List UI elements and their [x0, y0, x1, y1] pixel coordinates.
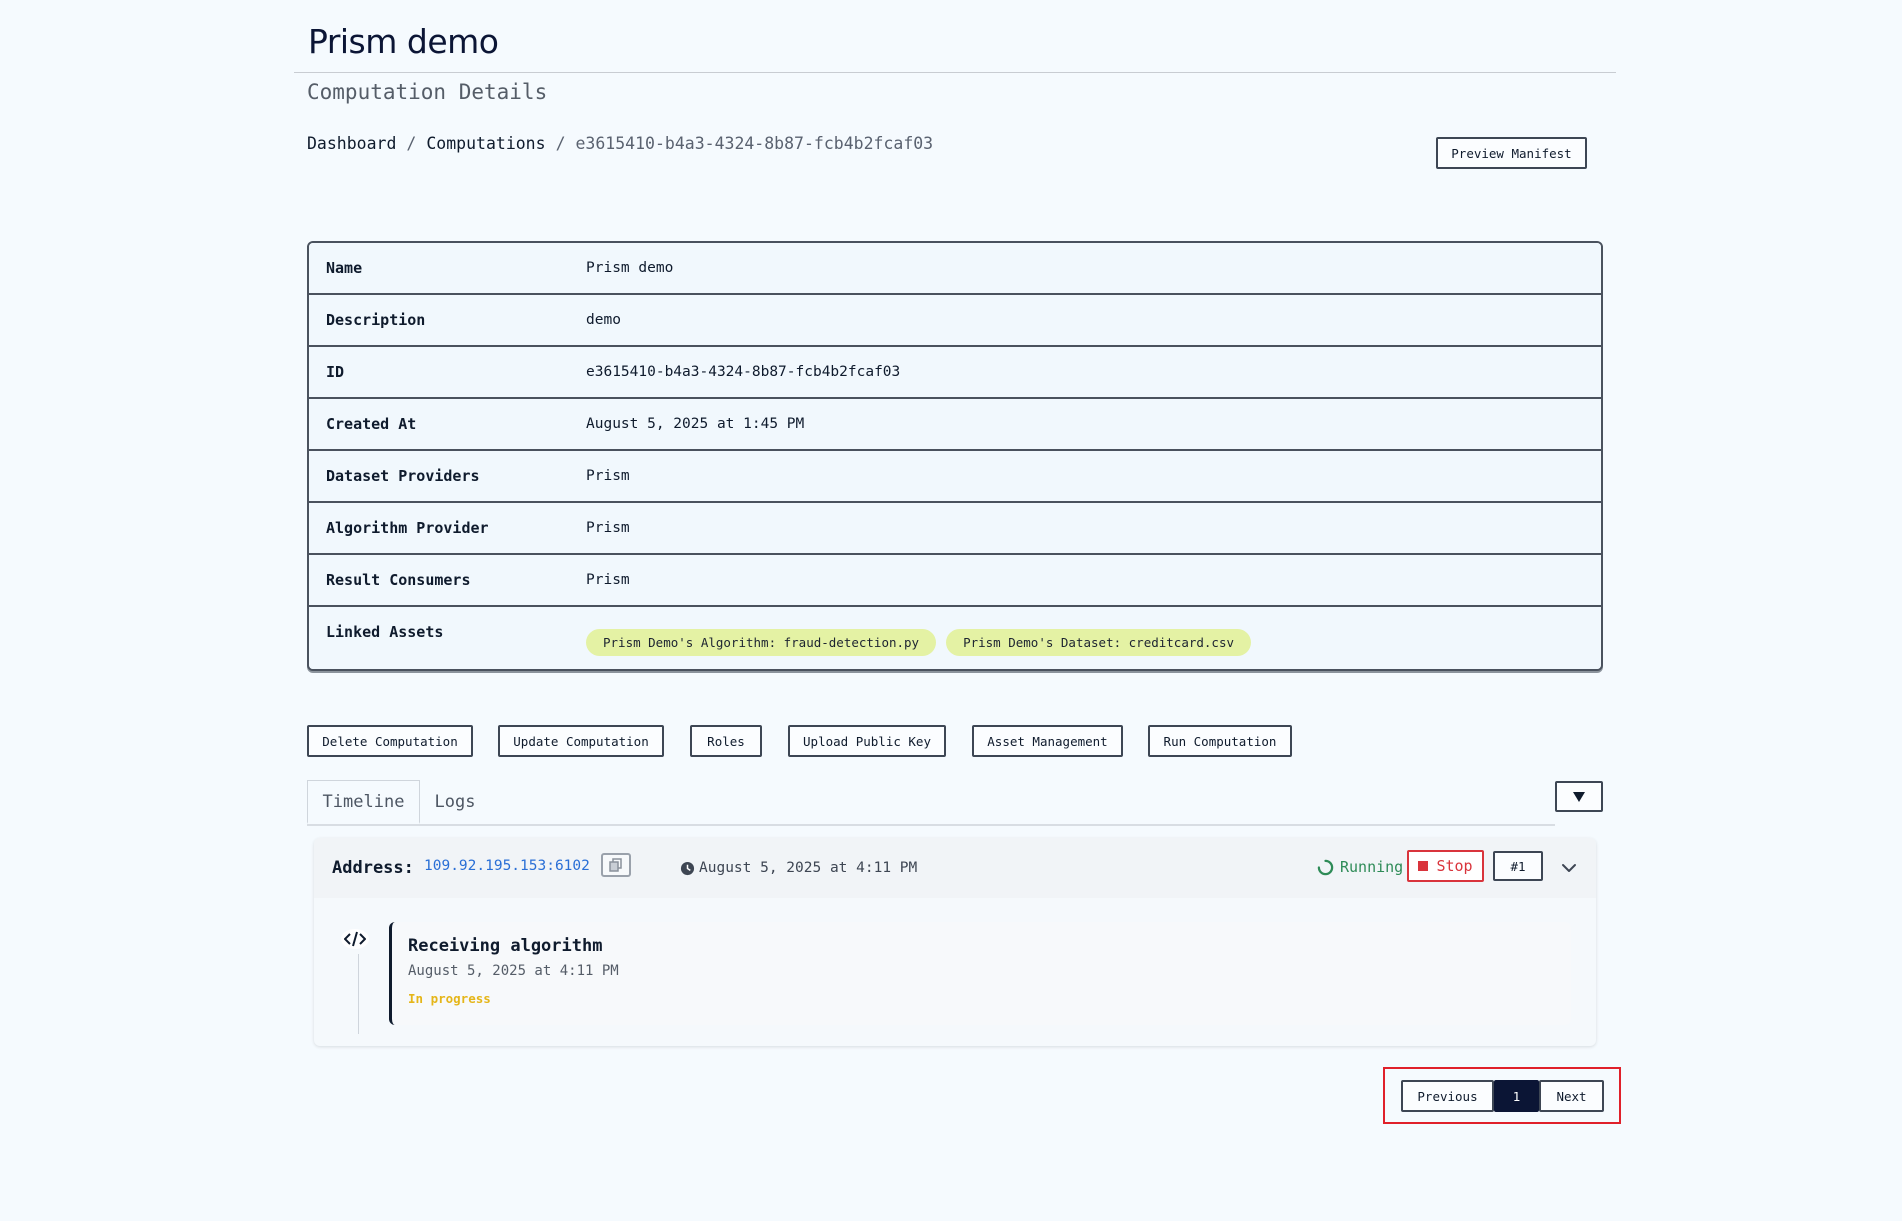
breadcrumb-dashboard[interactable]: Dashboard — [307, 134, 396, 153]
breadcrumb-computations[interactable]: Computations — [426, 134, 545, 153]
breadcrumb: Dashboard / Computations / e3615410-b4a3… — [307, 134, 933, 153]
details-label: Dataset Providers — [326, 467, 480, 485]
details-row-linked-assets: Linked Assets Prism Demo's Algorithm: fr… — [309, 607, 1601, 669]
details-value: demo — [586, 312, 621, 328]
details-row-dataset-providers: Dataset Providers Prism — [309, 451, 1601, 503]
preview-manifest-button[interactable]: Preview Manifest — [1436, 137, 1587, 169]
copy-address-button[interactable] — [601, 853, 631, 877]
stop-icon — [1418, 861, 1429, 871]
page: Prism demo Computation Details Dashboard… — [0, 0, 1902, 1221]
details-value: Prism demo — [586, 260, 674, 276]
event-time: August 5, 2025 at 4:11 PM — [408, 963, 619, 979]
pagination: Previous 1 Next — [1401, 1080, 1604, 1112]
roles-button[interactable]: Roles — [690, 725, 762, 757]
next-page-button[interactable]: Next — [1539, 1080, 1604, 1112]
event-status: In progress — [408, 991, 491, 1006]
tab-bar: Timeline Logs — [307, 780, 1555, 826]
address-label: Address: — [332, 858, 414, 878]
details-label: ID — [326, 363, 345, 381]
details-row-description: Description demo — [309, 295, 1601, 347]
clock-icon — [680, 861, 695, 875]
timeline-event: Receiving algorithm August 5, 2025 at 4:… — [389, 922, 1571, 1025]
run-number-badge[interactable]: #1 — [1493, 851, 1543, 881]
details-label: Created At — [326, 415, 417, 433]
asset-management-button[interactable]: Asset Management — [972, 725, 1123, 757]
app-title: Prism demo — [308, 22, 499, 61]
details-row-algorithm-provider: Algorithm Provider Prism — [309, 503, 1601, 555]
linked-asset-chip-algorithm[interactable]: Prism Demo's Algorithm: fraud-detection.… — [586, 628, 937, 656]
linked-asset-chip-dataset[interactable]: Prism Demo's Dataset: creditcard.csv — [946, 628, 1252, 656]
breadcrumb-separator: / — [406, 134, 417, 153]
filter-icon — [1573, 791, 1585, 802]
run-time: August 5, 2025 at 4:11 PM — [680, 860, 917, 876]
code-icon — [341, 929, 369, 949]
details-label: Algorithm Provider — [326, 519, 489, 537]
details-value: Prism — [586, 572, 630, 588]
details-label: Linked Assets — [326, 623, 444, 641]
tab-logs[interactable]: Logs — [420, 780, 490, 824]
copy-icon — [609, 858, 622, 872]
details-value: e3615410-b4a3-4324-8b87-fcb4b2fcaf03 — [586, 364, 901, 380]
page-number-button[interactable]: 1 — [1494, 1080, 1539, 1112]
breadcrumb-current: e3615410-b4a3-4324-8b87-fcb4b2fcaf03 — [575, 134, 934, 153]
run-time-text: August 5, 2025 at 4:11 PM — [699, 860, 918, 876]
address-value[interactable]: 109.92.195.153:6102 — [424, 858, 590, 874]
linked-assets-list: Prism Demo's Algorithm: fraud-detection.… — [586, 621, 1252, 656]
details-label: Result Consumers — [326, 571, 471, 589]
previous-page-button[interactable]: Previous — [1401, 1080, 1494, 1112]
spinner-icon — [1317, 859, 1334, 875]
upload-public-key-button[interactable]: Upload Public Key — [788, 725, 946, 757]
breadcrumb-separator: / — [555, 134, 566, 153]
run-card: Address: 109.92.195.153:6102 August 5, 2… — [314, 838, 1596, 1046]
chevron-down-icon[interactable] — [1557, 856, 1581, 880]
timeline-connector — [358, 954, 359, 1034]
details-row-result-consumers: Result Consumers Prism — [309, 555, 1601, 607]
event-title: Receiving algorithm — [408, 936, 603, 956]
details-label: Description — [326, 311, 426, 329]
delete-computation-button[interactable]: Delete Computation — [307, 725, 473, 757]
details-value: August 5, 2025 at 1:45 PM — [586, 416, 805, 432]
details-row-name: Name Prism demo — [309, 243, 1601, 295]
run-status-text: Running — [1340, 858, 1404, 876]
title-divider — [294, 72, 1616, 73]
stop-button[interactable]: Stop — [1407, 850, 1484, 882]
stop-button-label: Stop — [1436, 857, 1473, 875]
page-title: Computation Details — [307, 80, 548, 104]
details-value: Prism — [586, 468, 630, 484]
details-row-id: ID e3615410-b4a3-4324-8b87-fcb4b2fcaf03 — [309, 347, 1601, 399]
tab-timeline[interactable]: Timeline — [307, 780, 420, 824]
details-value: Prism — [586, 520, 630, 536]
filter-button[interactable] — [1555, 781, 1603, 812]
run-status: Running — [1317, 858, 1403, 876]
update-computation-button[interactable]: Update Computation — [498, 725, 664, 757]
run-computation-button[interactable]: Run Computation — [1148, 725, 1292, 757]
details-label: Name — [326, 259, 363, 277]
details-row-created-at: Created At August 5, 2025 at 1:45 PM — [309, 399, 1601, 451]
run-card-header: Address: 109.92.195.153:6102 August 5, 2… — [314, 838, 1596, 898]
computation-details-table: Name Prism demo Description demo ID e361… — [307, 241, 1603, 671]
